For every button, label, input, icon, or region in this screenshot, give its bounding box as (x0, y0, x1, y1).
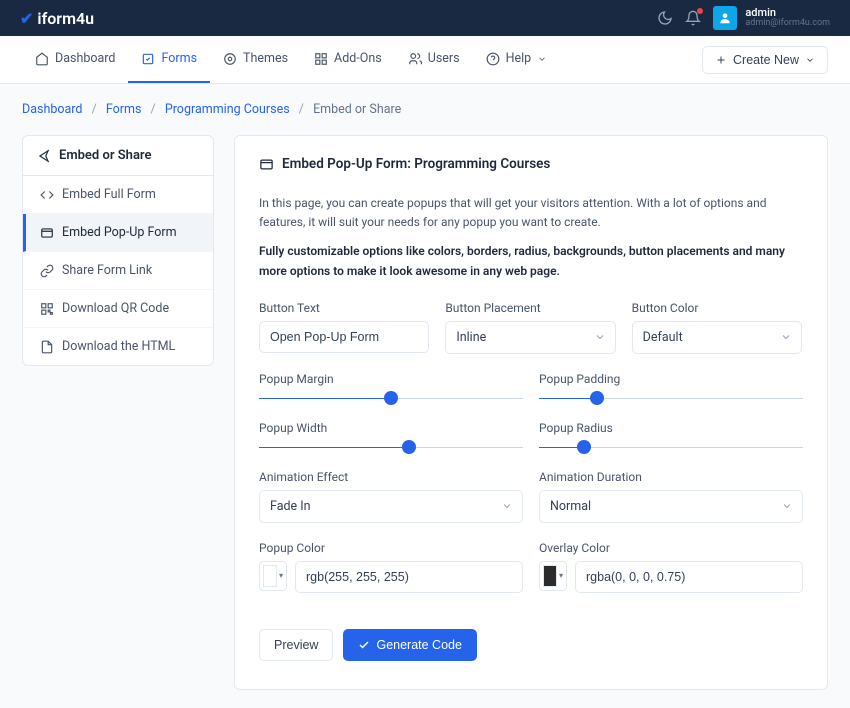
user-menu[interactable]: admin admin@iform4u.com (713, 6, 830, 30)
breadcrumb-current: Embed or Share (313, 102, 401, 117)
popup-radius-label: Popup Radius (539, 421, 803, 435)
preview-button[interactable]: Preview (259, 629, 333, 661)
plus-icon (715, 54, 727, 66)
sidebar-item-html[interactable]: Download the HTML (23, 328, 213, 365)
sidebar-header: Embed or Share (23, 136, 213, 176)
button-color-select[interactable]: Default (632, 321, 802, 354)
themes-icon (223, 52, 237, 66)
sidebar-item-embed-popup[interactable]: Embed Pop-Up Form (23, 214, 213, 252)
sidebar-item-embed-full[interactable]: Embed Full Form (23, 176, 213, 214)
logo[interactable]: ✔ iform4u (20, 9, 94, 28)
chevron-down-icon (805, 55, 815, 65)
nav-dashboard[interactable]: Dashboard (22, 36, 128, 83)
popup-color-label: Popup Color (259, 541, 523, 555)
download-icon (40, 340, 54, 354)
popup-radius-slider[interactable] (539, 447, 803, 448)
animation-effect-select[interactable]: Fade In (259, 490, 523, 523)
sidebar-item-share-link[interactable]: Share Form Link (23, 252, 213, 290)
nav-help[interactable]: Help (473, 36, 561, 83)
popup-color-input[interactable] (295, 561, 523, 593)
popup-padding-slider[interactable] (539, 398, 803, 399)
popup-margin-label: Popup Margin (259, 372, 523, 386)
nav-forms[interactable]: Forms (128, 36, 210, 83)
button-placement-select[interactable]: Inline (445, 321, 615, 354)
button-placement-label: Button Placement (445, 301, 615, 315)
caret-down-icon: ▾ (279, 571, 283, 580)
popup-width-label: Popup Width (259, 421, 523, 435)
brand-name: iform4u (37, 9, 94, 28)
nav-themes[interactable]: Themes (210, 36, 301, 83)
popup-icon (40, 226, 54, 240)
user-email: admin@iform4u.com (745, 19, 830, 29)
breadcrumb-course[interactable]: Programming Courses (165, 102, 290, 117)
code-icon (40, 188, 54, 202)
main-panel: Embed Pop-Up Form: Programming Courses I… (234, 135, 828, 690)
nav-addons[interactable]: Add-Ons (301, 36, 395, 83)
popup-margin-slider[interactable] (259, 398, 523, 399)
sidebar: Embed or Share Embed Full Form Embed Pop… (22, 135, 214, 366)
overlay-color-swatch[interactable]: ▾ (539, 561, 567, 591)
share-icon (37, 149, 51, 163)
home-icon (35, 52, 49, 66)
sidebar-item-qr[interactable]: Download QR Code (23, 290, 213, 328)
animation-duration-label: Animation Duration (539, 470, 803, 484)
nav-users[interactable]: Users (395, 36, 473, 83)
logo-mark-icon: ✔ (20, 9, 33, 28)
help-icon (486, 52, 500, 66)
breadcrumb-dashboard[interactable]: Dashboard (22, 102, 82, 117)
breadcrumb-forms[interactable]: Forms (106, 102, 142, 117)
overlay-color-input[interactable] (575, 561, 803, 593)
animation-duration-select[interactable]: Normal (539, 490, 803, 523)
qr-icon (40, 302, 54, 316)
avatar (713, 6, 737, 30)
check-icon (358, 639, 370, 651)
addons-icon (314, 52, 328, 66)
button-text-label: Button Text (259, 301, 429, 315)
users-icon (408, 52, 422, 66)
notification-dot (697, 8, 703, 14)
topbar-right: admin admin@iform4u.com (657, 6, 830, 30)
breadcrumb: Dashboard / Forms / Programming Courses … (22, 102, 828, 117)
animation-effect-label: Animation Effect (259, 470, 523, 484)
generate-code-button[interactable]: Generate Code (343, 629, 476, 661)
theme-toggle-icon[interactable] (657, 10, 673, 26)
forms-icon (141, 52, 155, 66)
create-new-button[interactable]: Create New (702, 46, 828, 74)
link-icon (40, 264, 54, 278)
popup-padding-label: Popup Padding (539, 372, 803, 386)
popup-color-swatch[interactable]: ▾ (259, 561, 287, 591)
caret-down-icon: ▾ (559, 571, 563, 580)
chevron-down-icon (537, 54, 547, 64)
intro-text-2: Fully customizable options like colors, … (259, 242, 803, 280)
topbar: ✔ iform4u admin admin@iform4u.com (0, 0, 850, 36)
overlay-color-label: Overlay Color (539, 541, 803, 555)
button-color-label: Button Color (632, 301, 802, 315)
page-title: Embed Pop-Up Form: Programming Courses (259, 156, 803, 172)
popup-icon (259, 157, 274, 172)
navbar: Dashboard Forms Themes Add-Ons Users Hel… (0, 36, 850, 84)
button-text-input[interactable] (259, 321, 429, 353)
intro-text-1: In this page, you can create popups that… (259, 194, 803, 232)
notifications-icon[interactable] (685, 10, 701, 26)
popup-width-slider[interactable] (259, 447, 523, 448)
